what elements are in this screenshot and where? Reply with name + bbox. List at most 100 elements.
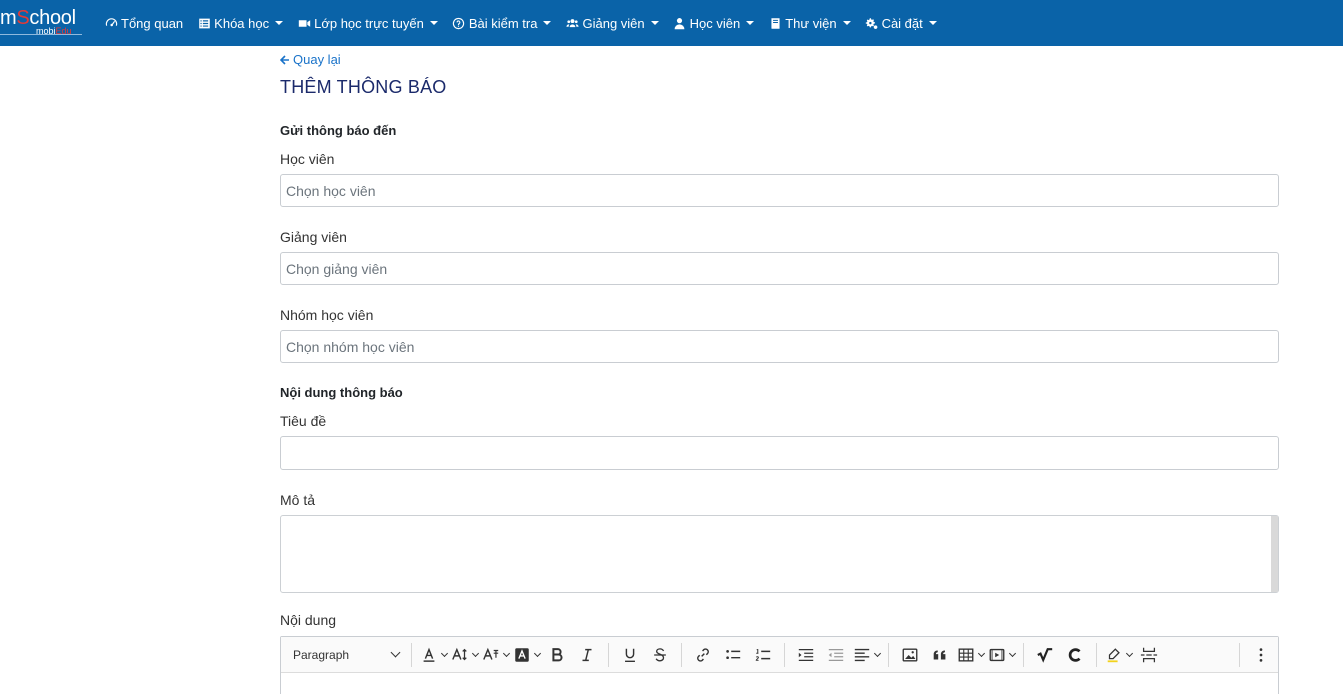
underline-button[interactable] — [617, 641, 643, 669]
list-icon — [197, 16, 211, 30]
more-vertical-icon — [1259, 647, 1263, 662]
paragraph-style-select[interactable]: Paragraph — [287, 642, 405, 668]
paragraph-style-value: Paragraph — [293, 647, 350, 662]
nav-item-label: Cài đặt — [881, 15, 923, 31]
insert-image-button[interactable] — [897, 641, 923, 669]
nav-item-label: Tổng quan — [121, 15, 184, 31]
align-left-icon — [854, 648, 870, 661]
rich-text-editor: Paragraph — [280, 636, 1279, 694]
highlighter-icon — [1107, 647, 1120, 662]
student-label: Học viên — [280, 151, 335, 167]
description-textarea[interactable] — [280, 515, 1279, 593]
description-label: Mô tả — [280, 492, 316, 508]
font-color-icon — [423, 647, 435, 662]
page-break-icon — [1140, 647, 1158, 662]
back-label: Quay lại — [293, 52, 341, 67]
strikethrough-button[interactable] — [647, 641, 673, 669]
student-group-select-input[interactable] — [280, 330, 1279, 363]
app-logo[interactable]: mSchool mobiEdu — [0, 0, 96, 46]
bulleted-list-button[interactable] — [720, 641, 746, 669]
nav-item-label: Lớp học trực tuyến — [314, 15, 424, 31]
outdent-button[interactable] — [823, 641, 849, 669]
title-input[interactable] — [280, 436, 1279, 470]
link-icon — [697, 647, 709, 662]
description-wrapper — [280, 515, 1279, 593]
bulleted-list-icon — [726, 649, 741, 659]
teacher-select-input[interactable] — [280, 252, 1279, 285]
toolbar-separator — [784, 642, 785, 667]
logo-subtitle: mobiEdu — [36, 26, 72, 36]
font-size-button[interactable] — [451, 641, 480, 669]
nav-item-tests[interactable]: Bài kiểm tra — [452, 16, 552, 31]
numbered-list-icon — [755, 648, 771, 661]
chevron-down-icon — [928, 21, 937, 25]
chevron-down-icon — [533, 649, 542, 657]
nav-item-teachers[interactable]: Giảng viên — [565, 15, 659, 31]
question-circle-icon — [452, 16, 466, 30]
nav-item-online-classes[interactable]: Lớp học trực tuyến — [297, 16, 438, 31]
body-label: Nội dung — [280, 612, 337, 628]
title-label: Tiêu đề — [280, 413, 327, 429]
toolbar-separator — [1096, 642, 1097, 667]
chevron-down-icon — [650, 21, 659, 25]
nav-item-courses[interactable]: Khóa học — [197, 15, 284, 31]
chevron-down-icon — [429, 21, 438, 25]
strikethrough-icon — [654, 647, 666, 662]
nav-item-label: Khóa học — [214, 15, 270, 31]
numbered-list-button[interactable] — [750, 641, 776, 669]
teacher-label: Giảng viên — [280, 229, 347, 245]
book-icon — [768, 16, 782, 30]
back-link[interactable]: Quay lại — [280, 52, 341, 67]
block-quote-button[interactable] — [927, 641, 953, 669]
quote-icon — [933, 649, 946, 659]
toolbar-separator — [1023, 642, 1024, 667]
student-select-input[interactable] — [280, 174, 1279, 207]
nav-item-library[interactable]: Thư viện — [768, 15, 851, 31]
toolbar-separator — [608, 642, 609, 667]
italic-button[interactable] — [574, 641, 600, 669]
description-scrollbar[interactable] — [1271, 516, 1278, 592]
page-title: THÊM THÔNG BÁO — [280, 77, 447, 97]
nav-item-label: Giảng viên — [582, 15, 645, 31]
font-size-icon — [452, 647, 467, 660]
background-color-button[interactable] — [513, 641, 542, 669]
nav-item-settings[interactable]: Cài đặt — [865, 16, 937, 31]
background-color-icon — [515, 647, 529, 662]
chevron-down-icon — [1008, 649, 1017, 657]
recipients-section-title: Gửi thông báo đến — [280, 123, 397, 138]
font-family-icon — [483, 647, 499, 660]
insert-table-button[interactable] — [957, 641, 986, 669]
math-formula-icon — [1037, 647, 1053, 663]
indent-button[interactable] — [793, 641, 819, 669]
dashboard-icon — [104, 16, 118, 30]
underline-icon — [625, 648, 635, 662]
editor-toolbar: Paragraph — [281, 637, 1278, 673]
page-break-button[interactable] — [1136, 641, 1162, 669]
chevron-down-icon — [1125, 649, 1134, 657]
math-formula-button[interactable] — [1032, 641, 1058, 669]
editor-content-area[interactable] — [281, 674, 1278, 694]
italic-icon — [582, 648, 592, 661]
main-menu: Tổng quan Khóa học Lớp học trực tuyến Bà… — [104, 16, 951, 31]
chemistry-formula-button[interactable] — [1062, 641, 1088, 669]
student-group-label: Nhóm học viên — [280, 307, 374, 323]
video-icon — [297, 16, 311, 30]
insert-media-button[interactable] — [988, 641, 1017, 669]
nav-item-label: Thư viện — [785, 15, 837, 31]
highlight-button[interactable] — [1105, 641, 1134, 669]
text-alignment-button[interactable] — [853, 641, 882, 669]
user-icon — [673, 16, 687, 30]
toolbar-separator — [681, 642, 682, 667]
link-button[interactable] — [690, 641, 716, 669]
bold-button[interactable] — [544, 641, 570, 669]
chevron-down-icon — [842, 21, 851, 25]
more-tools-button[interactable] — [1248, 641, 1274, 669]
font-color-button[interactable] — [420, 641, 449, 669]
font-family-button[interactable] — [482, 641, 511, 669]
chevron-down-icon — [502, 649, 511, 657]
media-icon — [989, 648, 1005, 661]
chevron-down-icon — [746, 21, 755, 25]
nav-item-students[interactable]: Học viên — [673, 16, 755, 31]
nav-item-overview[interactable]: Tổng quan — [104, 16, 183, 31]
chevron-down-icon — [390, 647, 401, 658]
